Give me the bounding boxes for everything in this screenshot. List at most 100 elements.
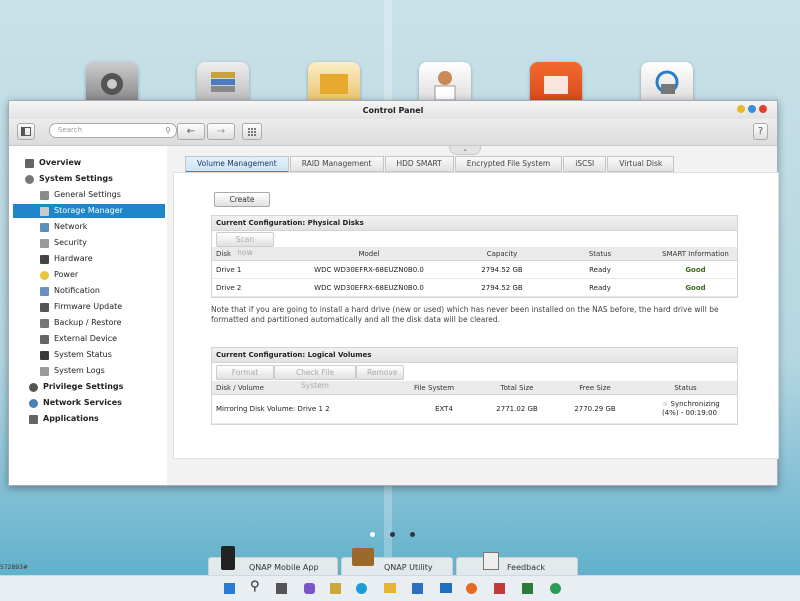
app-grid-button[interactable] bbox=[242, 123, 262, 140]
store-icon[interactable] bbox=[412, 583, 423, 594]
firefox-icon[interactable] bbox=[466, 583, 477, 594]
windows-start-icon[interactable] bbox=[224, 583, 235, 594]
apps-icon bbox=[29, 414, 38, 424]
app-icon[interactable] bbox=[330, 583, 341, 594]
usb-icon bbox=[40, 334, 49, 344]
table-row[interactable]: Drive 1 WDC WD30EFRX-68EUZN0B0.0 2794.52… bbox=[212, 260, 737, 279]
minimize-icon[interactable] bbox=[737, 105, 745, 113]
sidebar-item-network-services[interactable]: Network Services bbox=[9, 396, 165, 410]
file-explorer-icon[interactable] bbox=[384, 583, 396, 593]
sidebar-item-privilege-settings[interactable]: Privilege Settings bbox=[9, 380, 165, 394]
tab-virtual-disk[interactable]: Virtual Disk bbox=[607, 156, 675, 172]
tab-iscsi[interactable]: iSCSI bbox=[563, 156, 607, 172]
forward-button[interactable]: → bbox=[207, 123, 235, 140]
sidebar-item-external-device[interactable]: External Device bbox=[9, 332, 165, 346]
sidebar-item-applications[interactable]: Applications bbox=[9, 412, 165, 426]
search-icon[interactable]: ⚲ bbox=[250, 579, 260, 594]
column-header: Total Size bbox=[478, 381, 556, 395]
collapse-chevron-icon[interactable]: ⌄ bbox=[449, 146, 481, 155]
sidebar-item-label: Security bbox=[54, 238, 87, 247]
gear-icon bbox=[25, 174, 34, 184]
filesystem-cell: EXT4 bbox=[410, 394, 478, 424]
sidebar-item-backup-restore[interactable]: Backup / Restore bbox=[9, 316, 165, 330]
sidebar-toggle-icon bbox=[21, 127, 31, 136]
create-button[interactable]: Create bbox=[214, 192, 270, 207]
settings-app-icon[interactable] bbox=[86, 62, 138, 102]
logical-volumes-title: Current Configuration: Logical Volumes bbox=[212, 348, 737, 363]
tab-volume-management[interactable]: Volume Management bbox=[185, 156, 289, 173]
sidebar-item-label: Hardware bbox=[54, 254, 93, 263]
sidebar-item-system-status[interactable]: System Status bbox=[9, 348, 165, 362]
sidebar-item-system-logs[interactable]: System Logs bbox=[9, 364, 165, 378]
page-dot-active[interactable] bbox=[390, 532, 395, 537]
format-button[interactable]: Format bbox=[216, 365, 274, 380]
sidebar-item-overview[interactable]: Overview bbox=[9, 156, 165, 170]
phone-icon bbox=[221, 546, 235, 570]
sidebar-item-label: General Settings bbox=[54, 190, 121, 199]
grid-icon bbox=[25, 158, 34, 168]
table-row[interactable]: Drive 2 WDC WD30EFRX-68EUZN0B0.0 2794.52… bbox=[212, 278, 737, 297]
sidebar-item-label: System Settings bbox=[39, 174, 113, 183]
column-header: SMART Information bbox=[654, 247, 737, 261]
app-icon[interactable] bbox=[494, 583, 505, 594]
sidebar-item-system-settings[interactable]: System Settings bbox=[9, 172, 165, 186]
table-header-row: Disk Model Capacity Status SMART Informa… bbox=[212, 247, 737, 261]
sidebar-item-general-settings[interactable]: General Settings bbox=[9, 188, 165, 202]
search-icon[interactable]: ⚲ bbox=[165, 124, 171, 137]
tab-raid-management[interactable]: RAID Management bbox=[289, 156, 384, 172]
sidebar-item-label: Network Services bbox=[43, 398, 122, 407]
tab-hdd-smart[interactable]: HDD SMART bbox=[384, 156, 454, 172]
close-icon[interactable] bbox=[759, 105, 767, 113]
bell-icon bbox=[40, 286, 49, 296]
user-app-icon[interactable] bbox=[419, 62, 471, 102]
column-header: Status bbox=[634, 381, 737, 395]
storage-app-icon[interactable] bbox=[197, 62, 249, 102]
chat-icon[interactable] bbox=[304, 583, 315, 594]
page-dot[interactable] bbox=[370, 532, 375, 537]
search-placeholder: Search bbox=[58, 126, 83, 134]
sidebar-item-hardware[interactable]: Hardware bbox=[9, 252, 165, 266]
tab-encrypted-file-system[interactable]: Encrypted File System bbox=[454, 156, 563, 172]
arrow-left-icon: ← bbox=[186, 126, 196, 137]
smart-cell[interactable]: Good bbox=[654, 278, 737, 297]
table-row[interactable]: Mirroring Disk Volume: Drive 1 2 EXT4 27… bbox=[212, 394, 737, 424]
folder-share-app-icon[interactable] bbox=[308, 62, 360, 102]
maximize-icon[interactable] bbox=[748, 105, 756, 113]
sidebar-item-notification[interactable]: Notification bbox=[9, 284, 165, 298]
backup-app-icon[interactable] bbox=[641, 62, 693, 102]
sidebar-toggle-button[interactable] bbox=[17, 123, 35, 140]
search-input[interactable]: Search ⚲ bbox=[49, 123, 177, 138]
physical-disks-table: Disk Model Capacity Status SMART Informa… bbox=[212, 247, 737, 297]
model-cell: WDC WD30EFRX-68EUZN0B0.0 bbox=[280, 278, 458, 297]
sidebar-item-power[interactable]: Power bbox=[9, 268, 165, 282]
sidebar-item-security[interactable]: Security bbox=[9, 236, 165, 250]
edge-icon[interactable] bbox=[356, 583, 367, 594]
sidebar-item-label: Firmware Update bbox=[54, 302, 123, 311]
app-icon[interactable] bbox=[522, 583, 533, 594]
check-file-system-button[interactable]: Check File System bbox=[274, 365, 356, 390]
window-titlebar[interactable]: Control Panel bbox=[9, 101, 777, 119]
sidebar-item-storage-manager[interactable]: Storage Manager bbox=[13, 204, 165, 218]
remove-button[interactable]: Remove bbox=[356, 365, 404, 380]
sidebar-item-label: Overview bbox=[39, 158, 82, 167]
sidebar-item-network[interactable]: Network bbox=[9, 220, 165, 234]
help-button[interactable]: ? bbox=[753, 123, 768, 140]
disk-cell: Drive 1 bbox=[212, 260, 280, 279]
page-dot[interactable] bbox=[410, 532, 415, 537]
scan-now-button[interactable]: Scan now bbox=[216, 232, 274, 257]
back-button[interactable]: ← bbox=[177, 123, 205, 140]
task-view-icon[interactable] bbox=[276, 583, 287, 594]
window-title: Control Panel bbox=[362, 106, 424, 115]
physical-disks-title: Current Configuration: Physical Disks bbox=[212, 216, 737, 231]
status-progress-text: (4%) - 00:19:00 bbox=[662, 409, 717, 417]
app-icon[interactable] bbox=[550, 583, 561, 594]
bulb-icon bbox=[40, 270, 49, 280]
help-icon: ? bbox=[757, 126, 764, 137]
logical-volumes-panel: Current Configuration: Logical Volumes F… bbox=[211, 347, 738, 425]
disk-cell: Drive 2 bbox=[212, 278, 280, 297]
sidebar-item-firmware-update[interactable]: Firmware Update bbox=[9, 300, 165, 314]
sidebar-item-label: Privilege Settings bbox=[43, 382, 124, 391]
mail-icon[interactable] bbox=[440, 583, 452, 593]
smart-cell[interactable]: Good bbox=[654, 260, 737, 279]
file-station-app-icon[interactable] bbox=[530, 62, 582, 102]
